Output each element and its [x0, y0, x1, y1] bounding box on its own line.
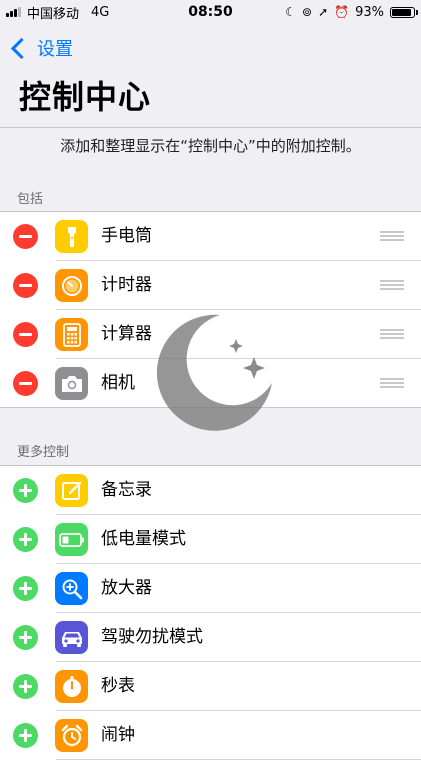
chevron-left-icon: [10, 37, 33, 59]
list-item: 手电筒: [0, 212, 421, 261]
do-not-disturb-moon-icon: ☾: [285, 5, 297, 19]
list-item: 计时器: [0, 261, 421, 310]
drag-handle[interactable]: [380, 378, 404, 389]
section-header-included: 包括: [17, 192, 44, 207]
row-label: 计算器: [101, 324, 152, 344]
battery-percentage: 93%: [355, 4, 384, 20]
list-item: 驾驶勿扰模式: [0, 613, 421, 662]
add-button[interactable]: [13, 576, 38, 601]
add-button[interactable]: [13, 478, 38, 503]
list-item: 闹钟: [0, 711, 421, 760]
list-item: 低电量模式: [0, 515, 421, 564]
back-button[interactable]: 设置: [8, 33, 73, 63]
row-label: 相机: [101, 373, 135, 393]
location-arrow-icon: ➚: [318, 5, 329, 19]
drag-handle[interactable]: [380, 329, 404, 340]
status-right: ☾ ⊚ ➚ ⏰ 93%: [285, 0, 418, 24]
row-label: 计时器: [101, 275, 152, 295]
orientation-lock-icon: ⊚: [302, 5, 313, 19]
low-power-battery-icon: [55, 523, 88, 556]
add-button[interactable]: [13, 527, 38, 552]
magnifier-icon: [55, 572, 88, 605]
list-item: 放大器: [0, 564, 421, 613]
remove-button[interactable]: [13, 371, 38, 396]
row-label: 放大器: [101, 578, 152, 598]
add-button[interactable]: [13, 625, 38, 650]
battery-icon: [390, 6, 418, 18]
title-divider: [0, 127, 421, 128]
add-button[interactable]: [13, 674, 38, 699]
car-icon: [55, 621, 88, 654]
add-button[interactable]: [13, 723, 38, 748]
alarm-clock-icon: ⏰: [334, 5, 350, 19]
stopwatch-icon: [55, 670, 88, 703]
camera-icon: [55, 367, 88, 400]
row-label: 备忘录: [101, 480, 152, 500]
list-item: 计算器: [0, 310, 421, 359]
row-label: 手电筒: [101, 226, 152, 246]
drag-handle[interactable]: [380, 280, 404, 291]
list-item: 备忘录: [0, 466, 421, 515]
row-label: 秒表: [101, 676, 135, 696]
timer-icon: [55, 269, 88, 302]
remove-button[interactable]: [13, 224, 38, 249]
remove-button[interactable]: [13, 322, 38, 347]
page-description: 添加和整理显示在“控制中心”中的附加控制。: [60, 137, 361, 155]
row-label: 低电量模式: [101, 529, 186, 549]
list-item: 秒表: [0, 662, 421, 711]
page-title: 控制中心: [19, 78, 152, 116]
flashlight-icon: [55, 220, 88, 253]
back-label: 设置: [37, 39, 73, 60]
more-controls-list: 备忘录 低电量模式 放大器 驾驶勿扰模式 秒表 闹钟: [0, 465, 421, 760]
list-item: 相机: [0, 359, 421, 408]
drag-handle[interactable]: [380, 231, 404, 242]
section-header-more: 更多控制: [17, 445, 70, 460]
alarm-icon: [55, 719, 88, 752]
row-label: 驾驶勿扰模式: [101, 627, 203, 647]
included-list: 手电筒 计时器 计算器 相机: [0, 211, 421, 408]
calculator-icon: [55, 318, 88, 351]
status-bar: 中国移动 4G 08:50 ☾ ⊚ ➚ ⏰ 93%: [0, 0, 421, 24]
row-label: 闹钟: [101, 725, 135, 745]
notes-icon: [55, 474, 88, 507]
remove-button[interactable]: [13, 273, 38, 298]
